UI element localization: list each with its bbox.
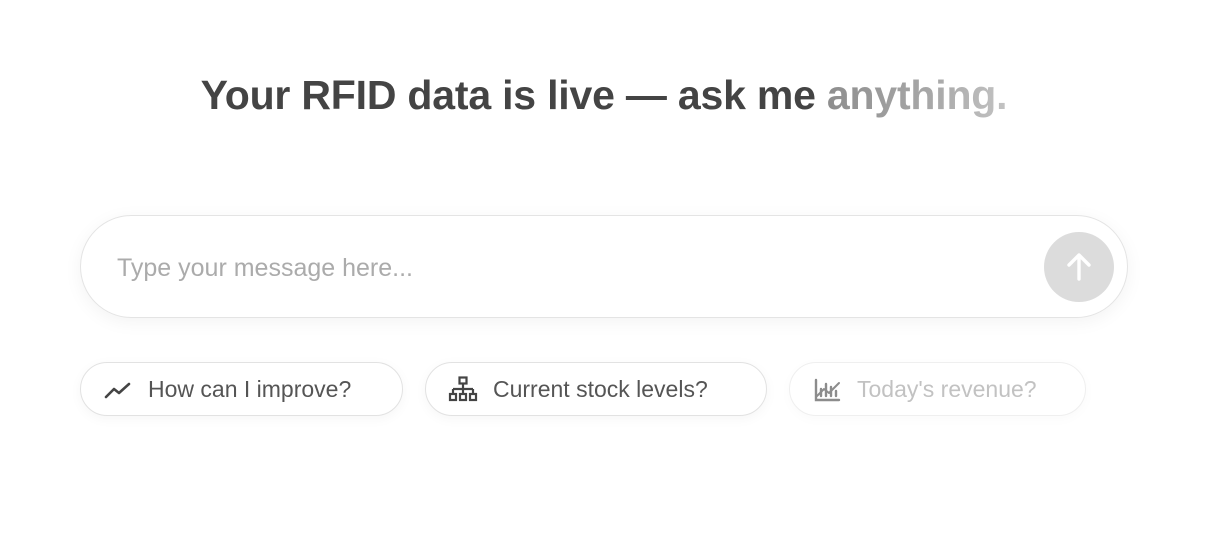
hierarchy-icon xyxy=(448,376,478,404)
send-button[interactable] xyxy=(1044,232,1114,302)
headline-emphasis: anything. xyxy=(826,72,1008,118)
page-title: Your RFID data is live — ask me anything… xyxy=(0,66,1208,124)
trend-line-icon xyxy=(103,376,133,404)
suggestion-label: How can I improve? xyxy=(148,376,352,402)
suggestion-label: Current stock levels? xyxy=(493,376,708,402)
suggestion-label: Today's revenue? xyxy=(857,376,1037,402)
message-input[interactable] xyxy=(115,244,1019,292)
arrow-up-icon xyxy=(1067,253,1091,281)
message-composer xyxy=(80,215,1128,318)
suggestion-stock[interactable]: Current stock levels? xyxy=(425,362,767,416)
suggestion-improve[interactable]: How can I improve? xyxy=(80,362,403,416)
chat-start-screen: Your RFID data is live — ask me anything… xyxy=(0,0,1226,536)
chart-trend-icon xyxy=(812,376,842,404)
headline-main: Your RFID data is live — ask me xyxy=(200,72,827,118)
suggestion-revenue[interactable]: Today's revenue? xyxy=(789,362,1086,416)
